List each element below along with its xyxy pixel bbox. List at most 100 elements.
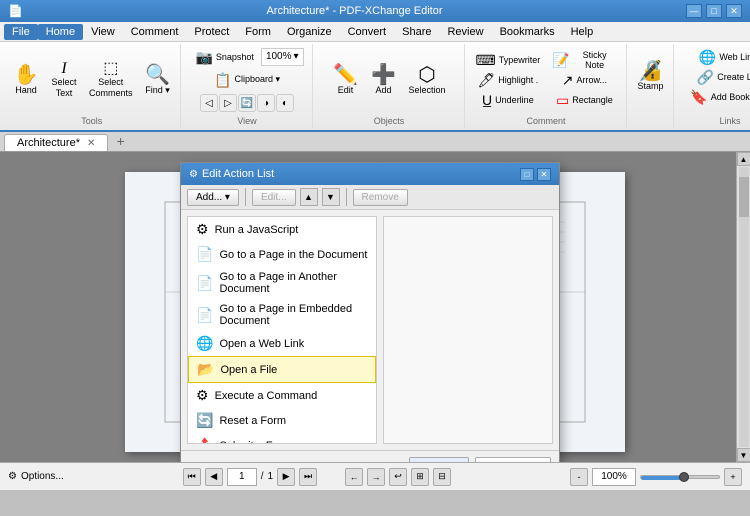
highlight-button[interactable]: 🖊 Highlight .: [471, 71, 546, 89]
last-page-btn[interactable]: ⏭: [299, 468, 317, 486]
ribbon: ✋ Hand I SelectText ⬚ SelectComments 🔍 F…: [0, 42, 750, 132]
dialog-close-btn[interactable]: ✕: [537, 168, 551, 181]
tab-name: Architecture*: [17, 137, 80, 149]
new-tab-btn[interactable]: +: [108, 131, 132, 151]
zoom-increase-btn[interactable]: +: [724, 468, 742, 486]
view-nav-btn4[interactable]: ◑: [257, 94, 275, 112]
menu-help[interactable]: Help: [563, 24, 602, 40]
underline-icon: U̲: [482, 93, 492, 107]
select-comments-icon: ⬚: [103, 61, 118, 77]
menu-form[interactable]: Form: [237, 24, 279, 40]
action-item-javascript-label: Run a JavaScript: [215, 224, 299, 236]
snapshot-button[interactable]: 📷 Snapshot: [190, 48, 258, 66]
edit-action-button[interactable]: Edit...: [252, 189, 296, 206]
goto-another-icon: 📄: [196, 275, 213, 292]
web-links-button[interactable]: 🌐 Web Links: [685, 48, 750, 66]
menu-protect[interactable]: Protect: [186, 24, 237, 40]
typewriter-button[interactable]: ⌨ Typewriter: [471, 51, 546, 69]
action-item-javascript[interactable]: ⚙ Run a JavaScript: [188, 217, 376, 242]
open-file-icon: 📂: [197, 361, 214, 378]
ribbon-select-text-button[interactable]: I SelectText: [46, 50, 82, 110]
zoom-slider-area[interactable]: [640, 475, 720, 479]
prev-page-btn[interactable]: ◀: [205, 468, 223, 486]
ribbon-find-button[interactable]: 🔍 Find ▾: [140, 50, 176, 110]
title-bar-title: Architecture* - PDF-XChange Editor: [23, 5, 686, 17]
action-down-button[interactable]: ▼: [322, 188, 340, 206]
zoom-decrease-btn[interactable]: -: [570, 468, 588, 486]
add-bookmark-icon: 🔖: [690, 90, 707, 104]
menu-review[interactable]: Review: [439, 24, 491, 40]
current-page-input[interactable]: 1: [227, 468, 257, 486]
action-item-goto-page[interactable]: 📄 Go to a Page in the Document: [188, 242, 376, 267]
add-button[interactable]: ➕ Add: [366, 50, 402, 110]
clipboard-button[interactable]: 📋 Clipboard ▾: [209, 71, 285, 89]
dialog-maximize-btn[interactable]: □: [520, 168, 534, 181]
rectangle-button[interactable]: ▭ Rectangle: [547, 91, 621, 109]
first-page-btn[interactable]: ⏮: [183, 468, 201, 486]
ribbon-hand-button[interactable]: ✋ Hand: [8, 50, 44, 110]
ribbon-select-comments-button[interactable]: ⬚ SelectComments: [84, 50, 138, 110]
view-nav-btn5[interactable]: ◐: [276, 94, 294, 112]
fit-width-btn[interactable]: ⊟: [433, 468, 451, 486]
select-comments-label: SelectComments: [89, 77, 133, 99]
menu-organize[interactable]: Organize: [279, 24, 340, 40]
menu-home[interactable]: Home: [38, 24, 83, 40]
add-bookmark-button[interactable]: 🔖 Add Bookmark: [685, 88, 750, 106]
next-page-btn[interactable]: ▶: [277, 468, 295, 486]
zoom-control[interactable]: 100% ▾: [261, 48, 304, 66]
selection-button[interactable]: ⬡ Selection: [404, 50, 451, 110]
status-left: ⚙ Options...: [8, 471, 64, 482]
action-item-goto-embedded[interactable]: 📄 Go to a Page in Embedded Document: [188, 299, 376, 331]
snapshot-icon: 📷: [195, 50, 212, 64]
view-nav-btn1[interactable]: ◁: [200, 94, 218, 112]
fit-page-btn[interactable]: ⊞: [411, 468, 429, 486]
create-link-button[interactable]: 🔗 Create Link: [685, 68, 750, 86]
create-link-icon: 🔗: [697, 70, 714, 84]
action-item-goto-another[interactable]: 📄 Go to a Page in Another Document: [188, 267, 376, 299]
action-item-goto-embedded-label: Go to a Page in Embedded Document: [219, 303, 368, 327]
action-item-reset-form[interactable]: 🔄 Reset a Form: [188, 408, 376, 433]
rotate-btn[interactable]: ↩: [389, 468, 407, 486]
menu-file[interactable]: File: [4, 24, 38, 40]
status-bar: ⚙ Options... ⏮ ◀ 1 / 1 ▶ ⏭ ← → ↩ ⊞ ⊟ - 1…: [0, 462, 750, 490]
tab-architecture[interactable]: Architecture* ✕: [4, 134, 108, 151]
zoom-in-btn[interactable]: →: [367, 468, 385, 486]
close-button[interactable]: ✕: [726, 4, 742, 18]
options-label[interactable]: Options...: [21, 471, 64, 482]
remove-action-button[interactable]: Remove: [353, 189, 408, 206]
zoom-dropdown-icon[interactable]: ▾: [294, 51, 299, 62]
menu-convert[interactable]: Convert: [340, 24, 395, 40]
action-item-execute-command[interactable]: ⚙ Execute a Command: [188, 383, 376, 408]
action-list[interactable]: ⚙ Run a JavaScript 📄 Go to a Page in the…: [187, 216, 377, 444]
comment-row1: ⌨ Typewriter 🖊 Highlight . U̲ Underline …: [471, 46, 622, 114]
zoom-out-btn[interactable]: ←: [345, 468, 363, 486]
tab-close-icon[interactable]: ✕: [87, 138, 95, 149]
menu-bookmarks[interactable]: Bookmarks: [492, 24, 563, 40]
view-nav-btn3[interactable]: 🔄: [238, 94, 256, 112]
zoom-level-input[interactable]: 100%: [592, 468, 636, 486]
ok-button[interactable]: OK: [409, 457, 469, 462]
sticky-note-button[interactable]: 📝 Sticky Note: [547, 51, 621, 69]
arrow-button[interactable]: ↗ Arrow...: [547, 71, 621, 89]
zoom-slider-thumb[interactable]: [679, 472, 689, 482]
menu-view[interactable]: View: [83, 24, 123, 40]
edit-button[interactable]: ✏️ Edit: [328, 50, 364, 110]
menu-comment[interactable]: Comment: [123, 24, 187, 40]
action-item-submit-form[interactable]: 📤 Submit a Form: [188, 433, 376, 444]
snapshot-label: Snapshot: [216, 52, 254, 62]
maximize-button[interactable]: □: [706, 4, 722, 18]
action-item-web-link-label: Open a Web Link: [219, 338, 304, 350]
view-nav-btn2[interactable]: ▷: [219, 94, 237, 112]
add-action-button[interactable]: Add... ▾: [187, 189, 239, 206]
action-item-open-file[interactable]: 📂 Open a File: [188, 356, 376, 383]
sticky-note-label: Sticky Note: [573, 50, 617, 70]
underline-button[interactable]: U̲ Underline: [471, 91, 546, 109]
action-item-execute-command-label: Execute a Command: [215, 390, 318, 402]
action-item-web-link[interactable]: 🌐 Open a Web Link: [188, 331, 376, 356]
zoom-slider[interactable]: [640, 475, 720, 479]
menu-share[interactable]: Share: [394, 24, 439, 40]
stamp-button[interactable]: 🔏 Stamp: [633, 46, 669, 106]
action-up-button[interactable]: ▲: [300, 188, 318, 206]
minimize-button[interactable]: —: [686, 4, 702, 18]
cancel-button[interactable]: Cancel: [475, 457, 551, 462]
